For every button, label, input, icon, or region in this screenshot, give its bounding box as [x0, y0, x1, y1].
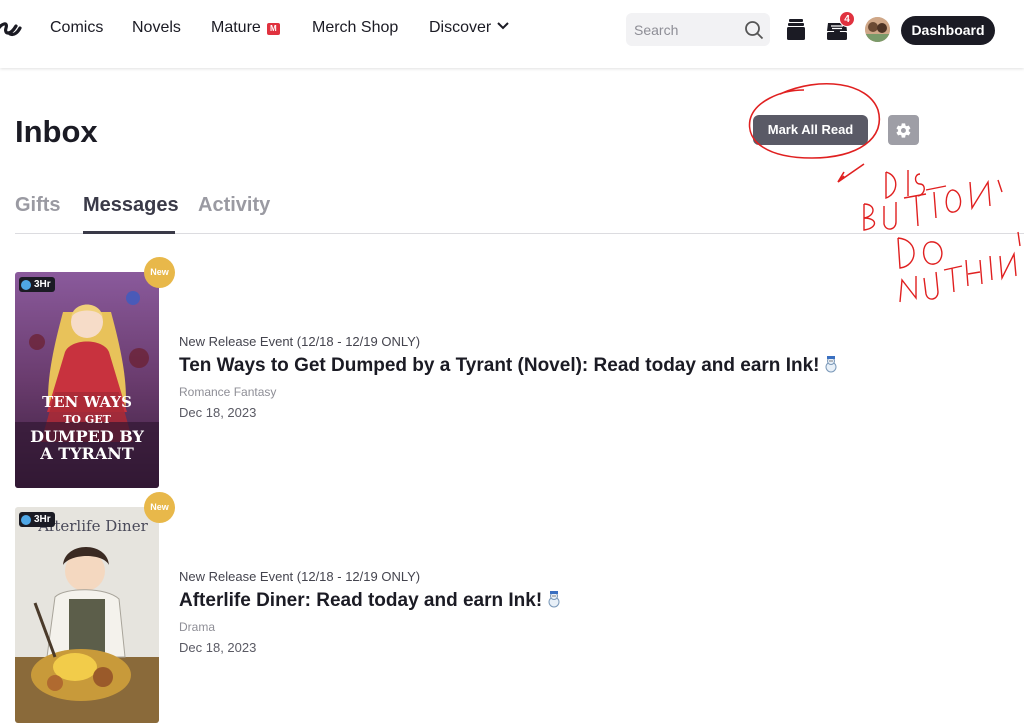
cover-image[interactable]: TEN WAYS TO GET DUMPED BY A TYRANT 3Hr — [15, 272, 159, 488]
tab-activity[interactable]: Activity — [198, 194, 270, 217]
message-event: New Release Event (12/18 - 12/19 ONLY) — [179, 569, 421, 584]
list-item[interactable]: Afterlife Diner 3Hr New New Release Even… — [15, 492, 1015, 723]
cover-title-line: A TYRANT — [40, 444, 134, 463]
timer-badge: 3Hr — [19, 512, 55, 527]
avatar[interactable] — [865, 17, 890, 42]
message-date: Dec 18, 2023 — [179, 640, 257, 655]
nav-discover[interactable]: Discover — [429, 19, 509, 37]
new-badge: New — [144, 257, 175, 288]
clock-icon — [21, 279, 31, 290]
message-event: New Release Event (12/18 - 12/19 ONLY) — [179, 334, 421, 349]
timer-badge: 3Hr — [19, 277, 55, 292]
nav-discover-label: Discover — [429, 19, 492, 36]
active-tab-indicator — [83, 231, 175, 234]
message-genre: Romance Fantasy — [179, 385, 277, 399]
message-title-text: Afterlife Diner: Read today and earn Ink… — [179, 590, 543, 611]
mature-badge: M — [266, 23, 280, 35]
clock-icon — [21, 514, 31, 525]
nav-mature-label: Mature — [211, 19, 261, 36]
message-date: Dec 18, 2023 — [179, 405, 257, 420]
message-title[interactable]: Afterlife Diner: Read today and earn Ink… — [179, 590, 939, 612]
new-badge: New — [144, 492, 175, 523]
cover-title-line: TO GET — [63, 413, 111, 426]
top-nav: Comics Novels Mature M Merch Shop Discove… — [0, 0, 1024, 68]
library-stack-icon[interactable] — [786, 17, 806, 41]
logo-icon[interactable] — [0, 16, 22, 42]
cover-art — [15, 507, 159, 723]
chevron-down-icon — [497, 22, 509, 30]
search-icon[interactable] — [744, 20, 764, 40]
nav-mature[interactable]: Mature M — [211, 19, 280, 37]
nav-novels[interactable]: Novels — [132, 19, 181, 37]
message-body: New Release Event (12/18 - 12/19 ONLY) A… — [179, 569, 939, 655]
message-genre: Drama — [179, 620, 216, 634]
handwritten-annotation — [748, 83, 1021, 303]
timer-label: 3Hr — [34, 514, 51, 525]
search-box — [626, 13, 770, 46]
message-body: New Release Event (12/18 - 12/19 ONLY) T… — [179, 334, 939, 420]
cover-title-line: TEN WAYS — [42, 393, 132, 411]
cover-image[interactable]: Afterlife Diner 3Hr — [15, 507, 159, 723]
snowman-icon — [548, 591, 560, 608]
tab-messages[interactable]: Messages — [83, 194, 179, 217]
timer-label: 3Hr — [34, 279, 51, 290]
nav-comics[interactable]: Comics — [50, 19, 103, 37]
tab-gifts[interactable]: Gifts — [15, 194, 61, 217]
dashboard-button[interactable]: Dashboard — [901, 16, 995, 45]
search-input[interactable] — [634, 13, 738, 46]
cover-title-line: DUMPED BY — [30, 427, 144, 446]
avatar-image — [865, 17, 890, 42]
page-title: Inbox — [15, 114, 98, 149]
message-title[interactable]: Ten Ways to Get Dumped by a Tyrant (Nove… — [179, 355, 939, 377]
message-title-text: Ten Ways to Get Dumped by a Tyrant (Nove… — [179, 355, 820, 376]
inbox-count-badge: 4 — [839, 11, 855, 27]
nav-merch-shop[interactable]: Merch Shop — [312, 19, 398, 37]
snowman-icon — [825, 356, 837, 373]
